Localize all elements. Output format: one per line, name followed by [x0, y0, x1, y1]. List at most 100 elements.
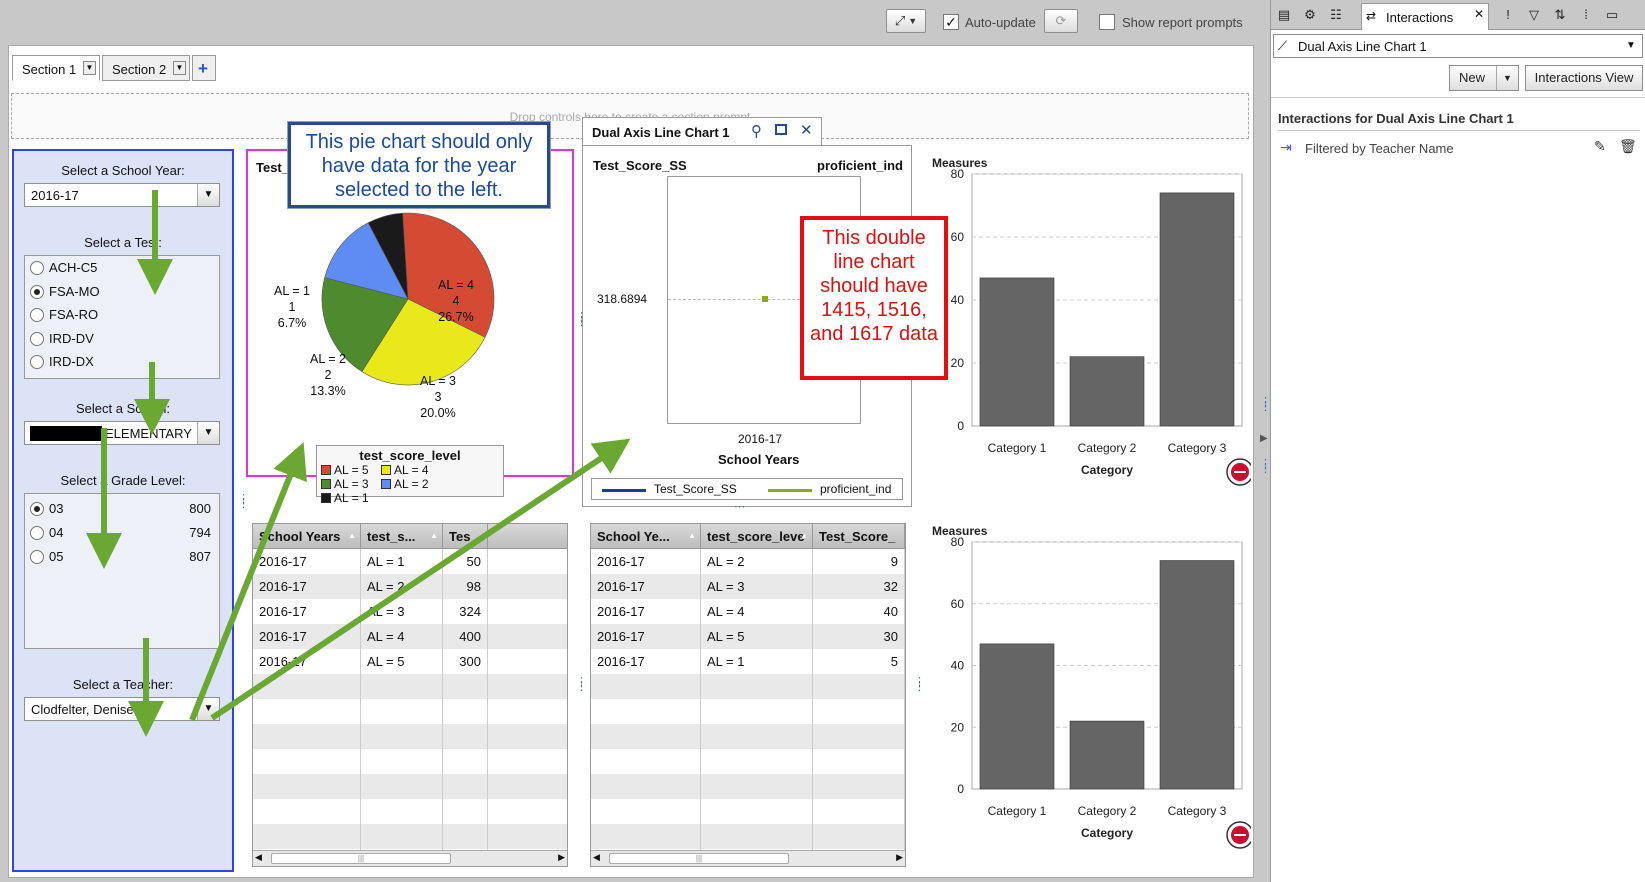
test-radio-1[interactable]	[30, 284, 44, 299]
properties-icon[interactable]: ▤	[1273, 5, 1295, 25]
filter-icon[interactable]: ▽	[1523, 5, 1545, 25]
bar-chart-1[interactable]: Measures 0 20 40 60 80 Category 1 Category 2 Cat…	[926, 150, 1254, 512]
column-header[interactable]: School Years ▲	[253, 524, 361, 549]
bar-2[interactable]	[1069, 720, 1145, 790]
pin-icon[interactable]: ⚲	[751, 122, 762, 140]
table-row[interactable]	[253, 724, 567, 749]
teacher-select[interactable]: Clodfelter, Denise ▼	[24, 697, 220, 721]
school-year-select[interactable]: 2016-17 ▼	[24, 183, 220, 207]
grid-icon[interactable]: ⁞	[1575, 5, 1597, 25]
data-table-2[interactable]: School Ye... ▲ test_score_leve ▲ Test_Score_…	[590, 523, 906, 867]
data-point[interactable]	[762, 296, 768, 302]
table-row[interactable]: 2016-17 AL = 2 98	[253, 574, 567, 599]
horizontal-scrollbar[interactable]: ◀ ||| ▶	[591, 850, 905, 866]
scroll-thumb[interactable]: |||	[609, 853, 789, 864]
bar-2[interactable]	[1069, 356, 1145, 427]
table-row[interactable]	[253, 749, 567, 774]
bar-3[interactable]	[1159, 192, 1235, 427]
test-option-label[interactable]: ACH-C5	[49, 260, 97, 275]
chevron-down-icon[interactable]: ▼	[197, 698, 219, 720]
table-row[interactable]	[591, 674, 905, 699]
grade-radio-1[interactable]	[30, 526, 44, 540]
tab-menu-icon[interactable]: ▼	[173, 61, 186, 75]
test-radio-2[interactable]	[30, 308, 44, 322]
grade-radio-2[interactable]	[30, 550, 44, 564]
scroll-left-icon[interactable]: ◀	[255, 852, 262, 863]
rank-icon[interactable]: ☷	[1325, 5, 1347, 25]
table-row[interactable]: 2016-17 AL = 3 324	[253, 599, 567, 624]
pane-splitter-grip[interactable]: ⋮ ⋮	[1260, 397, 1271, 413]
table-row[interactable]	[591, 824, 905, 849]
scroll-right-icon[interactable]: ▶	[896, 852, 903, 863]
table-row[interactable]	[253, 824, 567, 849]
tab-section-1[interactable]: Section 1 ▼	[12, 55, 100, 81]
column-header[interactable]: test_score_leve ▲	[701, 524, 813, 549]
bar-chart-2[interactable]: Measures 0 20 40 60 80 Category 1 Category 2 Cat…	[926, 518, 1254, 875]
refresh-button[interactable]: ⟳	[1044, 9, 1078, 33]
maximize-icon[interactable]	[775, 124, 787, 135]
horizontal-scrollbar[interactable]: ◀ ||| ▶	[253, 850, 567, 866]
scroll-left-icon[interactable]: ◀	[593, 852, 600, 863]
test-radio-4[interactable]	[30, 355, 44, 369]
table-row[interactable]	[591, 774, 905, 799]
resize-grip[interactable]: ⋯	[734, 500, 745, 513]
interactions-object-select[interactable]: ⟋ Dual Axis Line Chart 1 ▼	[1273, 34, 1643, 58]
bar-1[interactable]	[979, 277, 1055, 427]
zoom-fit-button[interactable]: ⤢ ▼	[886, 9, 926, 33]
scroll-right-icon[interactable]: ▶	[558, 852, 565, 863]
grade-option-label[interactable]: 04	[49, 525, 63, 540]
sort-asc-icon[interactable]: ▲	[348, 531, 356, 540]
table-row[interactable]: 2016-17 AL = 29	[591, 549, 905, 574]
test-option-label[interactable]: IRD-DX	[49, 354, 94, 369]
close-icon[interactable]: ✕	[800, 121, 813, 139]
bar-3[interactable]	[1159, 560, 1235, 790]
auto-update-checkbox[interactable]: ✓	[943, 14, 959, 30]
data-table-1[interactable]: School Years ▲ test_s... ▲ Tes 2016-17 AL = 15…	[252, 523, 568, 867]
sort-icon[interactable]: ⇅	[1549, 5, 1571, 25]
table-row[interactable]: 2016-17 AL = 3 32	[591, 574, 905, 599]
sort-asc-icon[interactable]: ▲	[688, 531, 696, 540]
table-row[interactable]: 2016-17 AL = 5 30	[591, 624, 905, 649]
chevron-down-icon[interactable]: ▼	[1496, 66, 1518, 90]
column-header[interactable]: test_s... ▲	[361, 524, 443, 549]
test-radio-3[interactable]	[30, 331, 44, 346]
table-row[interactable]	[253, 699, 567, 724]
chevron-down-icon[interactable]: ▼	[1620, 35, 1642, 57]
bar-1[interactable]	[979, 643, 1055, 790]
column-header[interactable]: Tes	[443, 524, 488, 549]
edit-icon[interactable]: ✎	[1594, 138, 1606, 155]
test-radio-0[interactable]	[30, 261, 44, 275]
new-interaction-button[interactable]: New ▼	[1449, 65, 1519, 91]
grade-option-label[interactable]: 03	[49, 501, 63, 516]
test-option-label[interactable]: FSA-MO	[49, 284, 100, 299]
table-row[interactable]: 2016-17 AL = 5 300	[253, 649, 567, 674]
collapse-pane-icon[interactable]: ▶	[1260, 433, 1268, 444]
styles-icon[interactable]: ⚙	[1299, 5, 1321, 25]
tab-section-2[interactable]: Section 2 ▼	[102, 55, 190, 81]
comment-icon[interactable]: ▭	[1601, 5, 1623, 25]
table-row[interactable]	[253, 774, 567, 799]
test-option-label[interactable]: FSA-RO	[49, 307, 98, 322]
interactions-view-button[interactable]: Interactions View	[1525, 65, 1643, 91]
table-row[interactable]: 2016-17 AL = 4 400	[253, 624, 567, 649]
table-row[interactable]	[591, 724, 905, 749]
chevron-down-icon[interactable]: ▼	[197, 422, 219, 444]
column-header[interactable]: School Ye... ▲	[591, 524, 701, 549]
trash-icon[interactable]: 🗑	[1619, 138, 1637, 155]
column-header[interactable]: Test_Score_	[813, 524, 905, 549]
test-option-label[interactable]: IRD-DV	[49, 331, 94, 346]
interaction-filter-item[interactable]: Filtered by Teacher Name	[1305, 141, 1454, 156]
table-row[interactable]: 2016-17 AL = 4 40	[591, 599, 905, 624]
table-row[interactable]	[591, 799, 905, 824]
resize-grip[interactable]: ⋮ ⋮	[576, 677, 587, 693]
scroll-thumb[interactable]: |||	[271, 853, 451, 864]
alert-icon[interactable]: !	[1497, 5, 1519, 25]
chevron-down-icon[interactable]: ▼	[197, 184, 219, 206]
grade-option-label[interactable]: 05	[49, 549, 63, 564]
school-select[interactable]: ELEMENTARY ▼	[24, 421, 220, 445]
resize-grip[interactable]: ⋮ ⋮	[914, 677, 925, 693]
resize-grip[interactable]: ⋮ ⋮	[576, 312, 587, 328]
add-section-button[interactable]: +	[192, 55, 216, 81]
grade-radio-0[interactable]	[30, 502, 44, 516]
table-row[interactable]	[591, 699, 905, 724]
